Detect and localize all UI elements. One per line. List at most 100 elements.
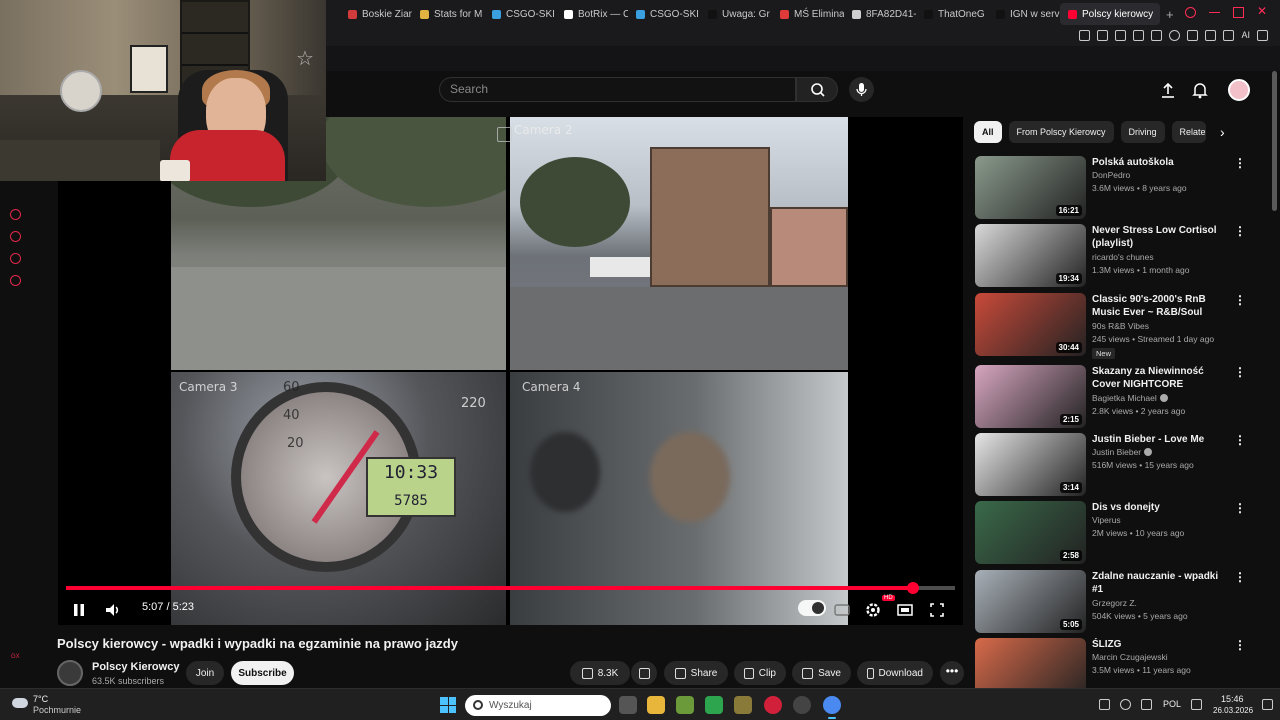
opera-gx-icon[interactable] [764,696,782,714]
channel-avatar[interactable] [57,660,83,686]
filter-chip[interactable]: All [974,121,1002,143]
filter-chip[interactable]: Driving [1120,121,1165,143]
chrome-icon[interactable] [823,696,841,719]
minimize-icon[interactable] [1209,7,1220,13]
task-view-icon[interactable] [619,696,637,714]
translate-icon[interactable] [1133,30,1145,41]
playlists-icon[interactable] [10,253,21,264]
app-green-icon[interactable] [705,696,723,714]
ai-button[interactable]: AI [1241,30,1250,41]
browser-tab[interactable]: Uwaga: Gr [700,3,772,25]
more-actions-button[interactable]: ••• [940,661,964,685]
voice-search-button[interactable] [849,77,874,102]
video-thumbnail[interactable]: 5:05 [975,570,1086,633]
clock-time[interactable]: 15:46 [1221,694,1244,704]
recommendation-channel[interactable]: Viperus [1092,515,1121,525]
recommendation-channel[interactable]: Justin Bieber [1092,447,1153,457]
search-button[interactable] [796,77,838,102]
new-tab-button[interactable]: + [1166,7,1174,22]
subscriptions-icon[interactable] [10,209,21,220]
extensions-icon[interactable] [1187,30,1199,41]
recommendation-channel[interactable]: Grzegorz Z. [1092,598,1137,608]
history-icon[interactable] [10,231,21,242]
recommendation-item[interactable]: 16:21 Polská autoškola DonPedro 3.6M views … [975,156,1265,220]
recommendation-title[interactable]: Polská autoškola [1092,156,1232,169]
recommendation-title[interactable]: Never Stress Low Cortisol (playlist) [1092,224,1232,250]
recommendation-channel[interactable]: DonPedro [1092,170,1130,180]
close-icon[interactable]: ✕ [1257,5,1268,18]
video-thumbnail[interactable]: 2:15 [975,365,1086,428]
theater-icon[interactable] [896,600,914,620]
recommendation-item[interactable]: 30:44 Classic 90's-2000's RnB Music Ever … [975,293,1265,359]
save-button[interactable]: Save [792,661,851,685]
more-options-icon[interactable]: ⋮ [1234,501,1246,515]
file-explorer-icon[interactable] [647,696,665,714]
more-options-icon[interactable]: ⋮ [1234,433,1246,447]
browser-tab[interactable]: ThatOneG [916,3,988,25]
browser-tab[interactable]: CSGO-SKI [628,3,700,25]
recommendation-item[interactable]: 2:15 Skazany za Niewinność Cover NIGHTCOR… [975,365,1265,429]
subscribe-button[interactable]: Subscribe [231,661,294,685]
network-icon[interactable] [1191,699,1202,710]
chips-next-arrow-icon[interactable]: › [1220,121,1234,143]
more-options-icon[interactable]: ⋮ [1234,224,1246,238]
shield-icon[interactable] [1115,30,1127,41]
windows-start-icon[interactable] [440,697,456,713]
browser-tab[interactable]: Polscy kierowcy [1060,3,1160,25]
sidebar-icon[interactable] [1257,30,1268,41]
recommendation-item[interactable]: 5:05 Zdalne nauczanie - wpadki #1 Grzegorz… [975,570,1265,634]
screenshot-icon[interactable] [1097,30,1109,41]
minecraft-icon[interactable] [676,696,694,714]
fullscreen-icon[interactable] [928,600,946,620]
browser-tab[interactable]: CSGO-SKI [484,3,556,25]
browser-tab[interactable]: IGN w serv [988,3,1060,25]
subtitles-icon[interactable] [834,600,850,620]
recommendation-channel[interactable]: ricardo's chunes [1092,252,1154,262]
tray-overflow-icon[interactable] [1099,699,1110,710]
autoplay-toggle[interactable] [798,600,826,616]
pause-icon[interactable] [72,600,86,620]
volume-icon[interactable] [104,600,122,620]
language-indicator[interactable]: POL [1163,699,1181,709]
heart-icon[interactable] [1169,30,1181,41]
recommendation-item[interactable]: 3:14 Justin Bieber - Love Me Justin Bieber… [975,433,1265,497]
search-tabs-icon[interactable] [1185,7,1196,18]
channel-name[interactable]: Polscy Kierowcy [92,661,179,673]
recommendation-title[interactable]: ŚLIZG [1092,638,1232,651]
play-icon[interactable] [1151,30,1163,41]
settings-gear-icon[interactable] [10,275,21,286]
join-button[interactable]: Join [186,661,224,685]
download-button[interactable]: Download [857,661,933,685]
recommendation-title[interactable]: Zdalne nauczanie - wpadki #1 [1092,570,1232,596]
page-scrollbar[interactable] [1272,71,1277,211]
browser-tab[interactable]: Boskie Ziar [340,3,412,25]
more-options-icon[interactable]: ⋮ [1234,570,1246,584]
video-thumbnail[interactable]: 19:34 [975,224,1086,287]
clip-button[interactable]: Clip [734,661,786,685]
filter-chip[interactable]: From Polscy Kierowcy [1008,121,1114,143]
weather-description[interactable]: Pochmurnie [33,705,81,715]
filter-chip[interactable]: Relate [1171,121,1206,143]
browser-tab[interactable]: MŚ Elimina [772,3,844,25]
upload-icon[interactable] [1158,80,1178,100]
download-icon[interactable] [1223,30,1235,41]
bell-icon[interactable] [1190,80,1210,100]
recommendation-title[interactable]: Classic 90's-2000's RnB Music Ever ~ R&B… [1092,293,1232,320]
search-input[interactable]: Search [439,77,796,102]
recommendation-title[interactable]: Justin Bieber - Love Me [1092,433,1232,446]
microphone-tray-icon[interactable] [1141,699,1152,710]
more-options-icon[interactable]: ⋮ [1234,638,1246,652]
recommendation-channel[interactable]: Bagietka Michael [1092,393,1168,403]
profile-icon[interactable] [1205,30,1217,41]
browser-tab[interactable]: Stats for M [412,3,484,25]
recommendation-title[interactable]: Dis vs donejty [1092,501,1232,514]
recommendation-channel[interactable]: 90s R&B Vibes [1092,321,1149,331]
video-thumbnail[interactable]: 16:21 [975,156,1086,219]
recommendation-title[interactable]: Skazany za Niewinność Cover NIGHTCORE [1092,365,1232,391]
more-options-icon[interactable]: ⋮ [1234,365,1246,379]
tray-app-icon[interactable] [1120,699,1131,710]
video-thumbnail[interactable]: 2:58 [975,501,1086,564]
browser-tab[interactable]: 8FA82D41- [844,3,916,25]
recommendation-item[interactable]: 19:34 Never Stress Low Cortisol (playlist… [975,224,1265,288]
recommendation-item[interactable]: 2:58 Dis vs donejty Viperus 2M views • 10 y… [975,501,1265,565]
